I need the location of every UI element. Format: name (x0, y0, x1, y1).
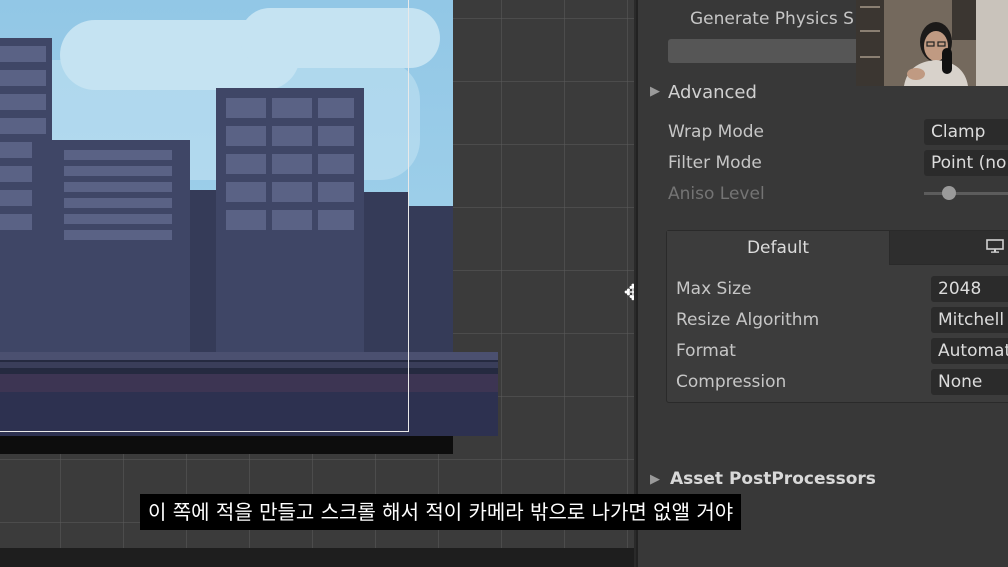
wrap-mode-label: Wrap Mode (668, 122, 764, 142)
monitor-icon (986, 239, 1004, 253)
floor-shadow (0, 436, 453, 454)
building (408, 206, 453, 358)
generate-physics-field[interactable] (668, 39, 868, 63)
advanced-foldout[interactable]: Advanced (668, 82, 757, 103)
scene-view[interactable]: ✥ (0, 0, 634, 567)
asset-postprocessors-foldout[interactable]: Asset PostProcessors (670, 469, 876, 489)
compression-label: Compression (676, 372, 787, 392)
max-size-label: Max Size (676, 279, 752, 299)
resize-algorithm-dropdown[interactable]: Mitchell (931, 307, 1008, 333)
wrap-mode-dropdown[interactable]: Clamp (924, 119, 1008, 145)
webcam-overlay (856, 0, 1008, 86)
tab-default[interactable]: Default (667, 231, 890, 265)
foldout-arrow-icon[interactable]: ▶ (650, 472, 660, 487)
format-label: Format (676, 341, 736, 361)
webcam-person-image (856, 0, 1008, 86)
generate-physics-label: Generate Physics S (690, 9, 854, 29)
compression-dropdown[interactable]: None (931, 369, 1008, 395)
max-size-dropdown[interactable]: 2048 (931, 276, 1008, 302)
aniso-level-slider[interactable] (924, 192, 1008, 195)
platform-settings-box: Default Max Size 2048 Resize Algorithm M… (666, 230, 1008, 403)
aniso-level-slider-knob[interactable] (942, 186, 956, 200)
tab-pc-platform[interactable] (890, 231, 1008, 265)
aniso-level-label: Aniso Level (668, 184, 765, 204)
foldout-arrow-icon[interactable]: ▶ (650, 84, 660, 99)
filter-mode-dropdown[interactable]: Point (no (924, 150, 1008, 176)
move-cursor-icon: ✥ (623, 281, 634, 306)
camera-bounds (0, 0, 409, 432)
filter-mode-label: Filter Mode (668, 153, 762, 173)
subtitle-caption: 이 쪽에 적을 만들고 스크롤 해서 적이 카메라 밖으로 나가면 없앨 거야 (140, 494, 742, 530)
resize-algorithm-label: Resize Algorithm (676, 310, 820, 330)
scene-bottom-bar (0, 548, 634, 567)
format-dropdown[interactable]: Automat (931, 338, 1008, 364)
